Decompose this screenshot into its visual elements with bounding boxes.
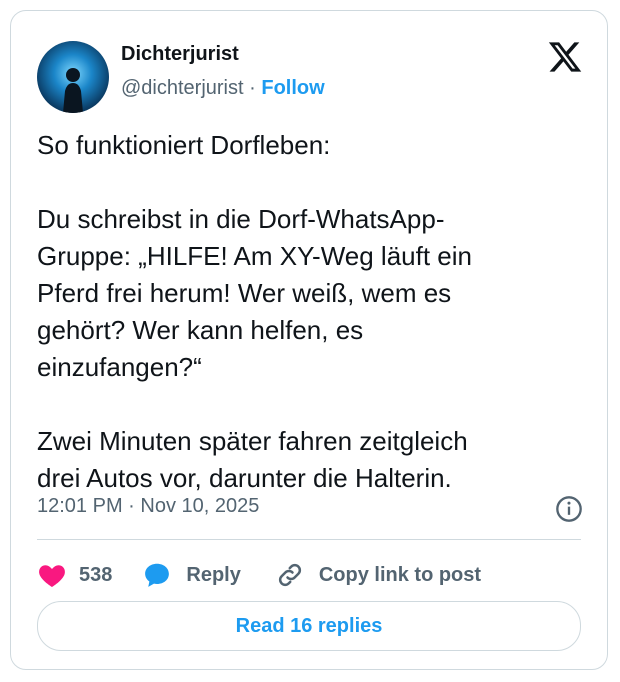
avatar[interactable] bbox=[37, 41, 109, 113]
x-logo-icon[interactable] bbox=[547, 39, 583, 75]
author-handle[interactable]: @dichterjurist bbox=[121, 77, 244, 99]
heart-icon bbox=[39, 565, 65, 587]
like-count: 538 bbox=[79, 563, 113, 586]
post-card: Dichterjurist @dichterjurist · Follow So… bbox=[10, 10, 608, 670]
author-handle-row: @dichterjurist · Follow bbox=[121, 77, 325, 100]
reply-label: Reply bbox=[186, 563, 241, 586]
link-icon bbox=[278, 563, 301, 587]
author-display-name[interactable]: Dichterjurist bbox=[121, 43, 239, 66]
divider bbox=[37, 539, 581, 540]
reply-bubble-icon bbox=[145, 563, 170, 587]
copy-link-label: Copy link to post bbox=[318, 563, 482, 586]
avatar-figure bbox=[63, 68, 83, 113]
reply-button[interactable]: Reply bbox=[142, 560, 241, 590]
follow-button[interactable]: Follow bbox=[261, 77, 324, 99]
action-bar: 538 Reply Copy link to post bbox=[37, 555, 481, 595]
separator-dot: · bbox=[249, 77, 256, 99]
read-replies-button[interactable]: Read 16 replies bbox=[37, 601, 581, 651]
copy-link-button[interactable]: Copy link to post bbox=[275, 560, 481, 590]
info-icon[interactable] bbox=[555, 495, 583, 523]
post-timestamp[interactable]: 12:01 PM · Nov 10, 2025 bbox=[37, 495, 259, 518]
like-button[interactable]: 538 bbox=[37, 560, 112, 590]
post-text: So funktioniert Dorfleben: Du schreibst … bbox=[37, 130, 472, 493]
